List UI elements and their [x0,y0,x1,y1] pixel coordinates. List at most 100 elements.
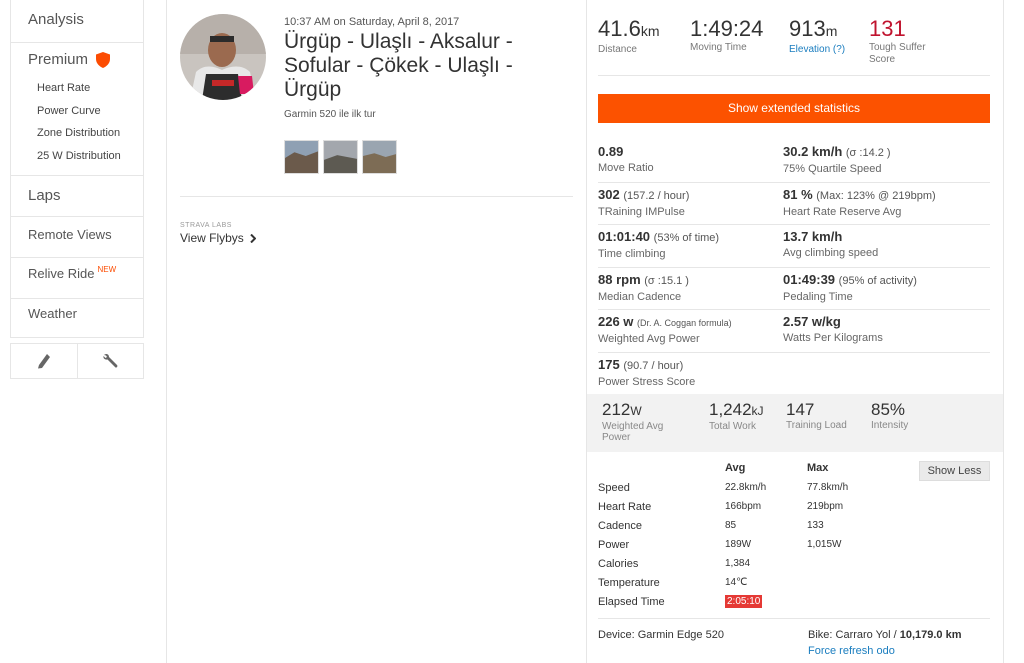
bike-info: Bike: Carraro Yol / 10,179.0 km [808,629,962,641]
row-max: 133 [807,520,824,531]
stat-value: 0.89 [598,144,624,159]
stats-row: 175 (90.7 / hour) Power Stress Score [598,353,990,396]
stat-label: TRaining IMPulse [598,205,685,218]
show-less-button[interactable]: Show Less [919,461,990,481]
activity-photos [284,140,397,174]
table-row: Cadence 85 133 [598,516,887,535]
stat-cell: 01:49:39 (95% of activity) Pedaling Time [783,268,990,310]
distance-value: 41.6 [598,16,641,41]
total-work-label: Total Work [709,421,757,432]
stat-value: 30.2 km/h [783,144,843,159]
column-header-avg: Avg [725,462,746,474]
stat-label: 75% Quartile Speed [783,163,882,175]
stat-value: 226 w [598,314,634,329]
activity-photo[interactable] [323,140,358,174]
sidebar: Analysis Premium Heart Rate Power Curve … [10,0,144,338]
metrics-table: Avg Max Speed 22.8km/h 77.8km/h Heart Ra… [598,460,887,611]
activity-description: Garmin 520 ile ilk tur [284,109,376,120]
elevation-help-link[interactable]: Elevation (?) [789,44,869,56]
premium-label: Premium [28,51,89,68]
show-extended-statistics-button[interactable]: Show extended statistics [598,94,990,123]
power-summary-stats: 212W Weighted Avg Power 1,242kJ Total Wo… [602,400,941,443]
sidebar-item-25w-distribution[interactable]: 25 W Distribution [11,145,143,168]
stat-label: Watts Per Kilograms [783,332,883,344]
section-divider [180,196,573,197]
stat-weighted-avg-power: 212W Weighted Avg Power [602,400,709,443]
pencil-icon [37,354,50,369]
stats-divider [598,75,990,76]
sidebar-item-analysis[interactable]: Analysis [11,0,143,42]
table-row: Power 189W 1,015W [598,535,887,554]
row-max: 77.8km/h [807,482,849,493]
stat-cell: 2.57 w/kg Watts Per Kilograms [783,310,990,352]
sidebar-item-remote-views[interactable]: Remote Views [11,217,143,257]
footer-divider [598,618,990,619]
shield-icon [96,52,111,68]
sidebar-item-laps[interactable]: Laps [11,176,143,216]
stats-row: 302 (157.2 / hour) TRaining IMPulse 81 % … [598,183,990,225]
sidebar-item-relive-ride[interactable]: Relive Ride NEW [11,258,143,298]
stats-row: 226 w (Dr. A. Coggan formula) Weighted Av… [598,310,990,353]
premium-submenu: Heart Rate Power Curve Zone Distribution… [11,77,143,175]
stat-label: Time climbing [598,248,666,260]
table-row: Elapsed Time 2:05:10 [598,592,887,611]
stat-note: (53% of time) [653,232,720,244]
force-refresh-odo-link[interactable]: Force refresh odo [808,645,895,657]
stat-value: 2.57 w/kg [783,314,841,329]
stats-row: 88 rpm (σ :15.1 ) Median Cadence 01:49:39… [598,268,990,310]
athlete-avatar[interactable] [180,14,266,100]
stat-value: 01:01:40 [598,229,651,244]
middle-column-divider [586,0,587,663]
intensity-value: 85% [871,400,906,419]
right-column-divider [1003,0,1004,663]
stat-label: Heart Rate Reserve Avg [783,205,902,218]
stat-elevation: 913m Elevation (?) [789,16,869,66]
stat-note: (σ :15.1 ) [644,274,689,287]
sidebar-item-power-curve[interactable]: Power Curve [11,100,143,123]
tools-button[interactable] [76,344,144,378]
stat-cell: 01:01:40 (53% of time) Time climbing [598,225,783,267]
edit-button[interactable] [11,344,77,378]
moving-time-value: 1:49:24 [690,16,764,41]
stat-cell: 226 w (Dr. A. Coggan formula) Weighted Av… [598,310,783,352]
row-label: Power [598,538,630,551]
activity-photo[interactable] [284,140,319,174]
stat-cell: 88 rpm (σ :15.1 ) Median Cadence [598,268,783,310]
stat-intensity: 85% Intensity [871,400,941,443]
extended-stats-grid: 0.89 Move Ratio 30.2 km/h (σ :14.2 ) 75% Q… [598,140,990,395]
relive-label: Relive Ride [28,266,95,281]
total-work-value: 1,242 [709,400,752,419]
stat-label: Move Ratio [598,162,654,174]
row-avg: 166bpm [725,501,762,512]
sidebar-item-weather[interactable]: Weather [11,299,143,337]
stat-value: 01:49:39 [783,271,836,287]
view-flybys-link[interactable]: View Flybys [180,231,256,245]
metrics-header-row: Avg Max [598,460,887,478]
stat-moving-time: 1:49:24 Moving Time [690,16,789,66]
suffer-score-value: 131 [869,16,906,41]
distance-unit: km [640,23,660,39]
stat-note: (90.7 / hour) [623,359,684,372]
intensity-label: Intensity [871,420,909,431]
sidebar-relive-block: Relive Ride NEW [10,258,144,299]
row-label: Cadence [598,519,643,532]
activity-title: Ürgüp - Ulaşlı - Aksalur - Sofular - Çök… [284,30,513,101]
stat-note: (Dr. A. Coggan formula) [637,318,732,328]
sidebar-item-premium[interactable]: Premium [11,43,143,77]
activity-photo[interactable] [362,140,397,174]
stat-note: (157.2 / hour) [623,189,690,202]
new-badge: NEW [97,265,117,274]
summary-stats: 41.6km Distance 1:49:24 Moving Time 913m… [598,16,939,66]
stat-label: Pedaling Time [783,290,853,303]
sidebar-item-heart-rate[interactable]: Heart Rate [11,77,143,100]
table-row: Calories 1,384 [598,554,887,573]
weighted-power-label: Weighted Avg Power [602,421,664,443]
strava-labs-label: STRAVA LABS [180,222,232,229]
total-work-unit: kJ [751,404,764,418]
stat-cell: 81 % (Max: 123% @ 219bpm) Heart Rate Rese… [783,183,990,225]
sidebar-remote-block: Remote Views [10,217,144,258]
sidebar-item-zone-distribution[interactable]: Zone Distribution [11,122,143,145]
row-label: Speed [598,481,630,494]
stat-value: 175 [598,356,620,372]
stat-note: (Max: 123% @ 219bpm) [816,189,936,202]
